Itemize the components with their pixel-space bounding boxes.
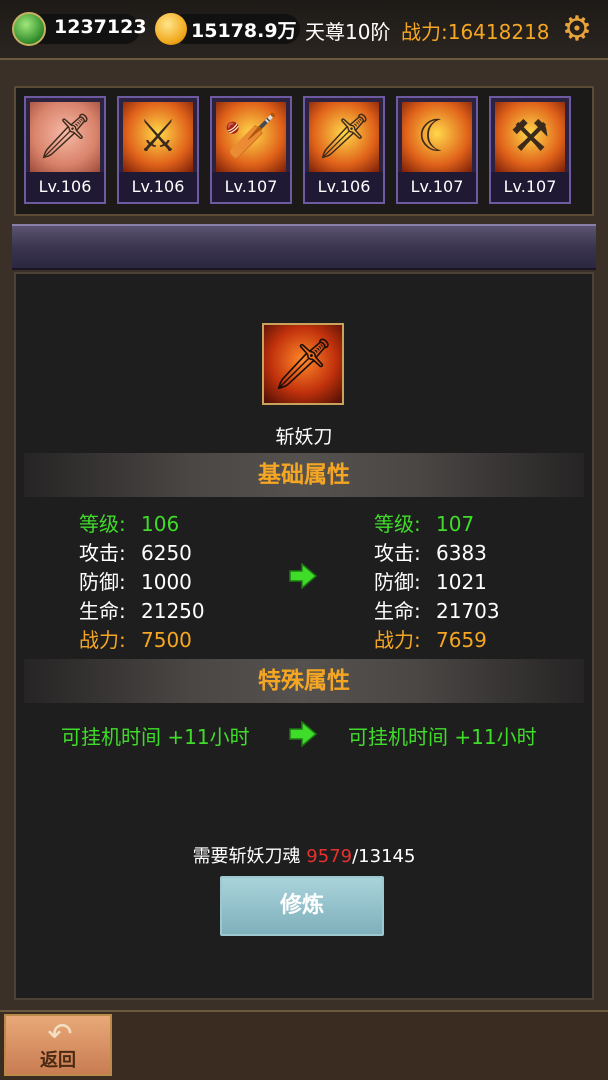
weapon-image: ⚔: [123, 102, 193, 172]
weapon-card[interactable]: ⚒ Lv.107: [489, 96, 571, 204]
train-button[interactable]: 修炼: [220, 876, 384, 936]
current-level: 等级: 106: [79, 512, 180, 536]
weapon-card[interactable]: 🗡 Lv.106: [303, 96, 385, 204]
blade-icon: 🗡: [37, 111, 93, 162]
upgrade-arrow-icon: [289, 721, 318, 747]
gold-coin-icon: [155, 13, 187, 45]
club-icon: 🏏: [223, 111, 279, 162]
current-power: 战力: 7500: [79, 628, 192, 652]
weapon-image: ⚒: [495, 102, 565, 172]
special-attributes-title: 特殊属性: [258, 668, 350, 694]
special-current: 可挂机时间 +11小时: [61, 725, 250, 749]
next-hp: 生命: 21703: [374, 599, 500, 623]
next-defense: 防御: 1021: [374, 570, 487, 594]
weapon-name: 斩妖刀: [275, 426, 333, 448]
weapon-card[interactable]: ☾ Lv.107: [396, 96, 478, 204]
weapon-card[interactable]: ⚔ Lv.106: [117, 96, 199, 204]
selected-weapon-icon: 🗡: [262, 323, 344, 405]
gold-amount: 15178.9万: [191, 20, 297, 42]
jade-amount: 1237123: [54, 16, 147, 38]
top-bar: 1237123 15178.9万 天尊10阶 战力:16418218 ⚙: [0, 0, 608, 58]
requirement-total: /13145: [352, 846, 416, 867]
weapon-card[interactable]: 🏏 Lv.107: [210, 96, 292, 204]
next-power: 战力: 7659: [374, 628, 487, 652]
back-button[interactable]: ↶ 返回: [4, 1014, 112, 1076]
back-button-label: 返回: [40, 1050, 76, 1071]
requirement-current: 9579: [306, 846, 353, 867]
weapon-level: Lv.107: [212, 172, 290, 202]
halberd-icon: ⚔: [138, 111, 178, 162]
rank-label: 天尊10阶: [305, 20, 391, 44]
weapon-level: Lv.107: [491, 172, 569, 202]
weapon-image: 🏏: [216, 102, 286, 172]
weapon-card[interactable]: 🗡 Lv.106: [24, 96, 106, 204]
current-hp: 生命: 21250: [79, 599, 205, 623]
weapon-level: Lv.106: [26, 172, 104, 202]
weapon-level: Lv.107: [398, 172, 476, 202]
sabre-icon: ☾: [417, 111, 457, 162]
sword-icon: 🗡: [316, 111, 372, 162]
requirement-text: 需要斩妖刀魂 9579/13145: [192, 846, 416, 867]
weapon-level: Lv.106: [305, 172, 383, 202]
next-level: 等级: 107: [374, 512, 475, 536]
upgrade-arrow-icon: [289, 563, 318, 589]
current-attack: 攻击: 6250: [79, 541, 192, 565]
gear-icon[interactable]: ⚙: [558, 10, 596, 48]
axe-icon: ⚒: [510, 111, 550, 162]
next-attack: 攻击: 6383: [374, 541, 487, 565]
special-attributes-header: 特殊属性: [24, 659, 584, 703]
special-next: 可挂机时间 +11小时: [348, 725, 537, 749]
jade-icon: [12, 12, 46, 46]
basic-attributes-title: 基础属性: [258, 462, 350, 488]
train-button-label: 修炼: [279, 893, 324, 918]
weapon-level: Lv.106: [119, 172, 197, 202]
weapon-image: 🗡: [309, 102, 379, 172]
total-power: 战力:16418218: [401, 20, 550, 44]
blade-icon: 🗡: [271, 335, 335, 393]
weapon-image: ☾: [402, 102, 472, 172]
basic-attributes-header: 基础属性: [24, 453, 584, 497]
current-defense: 防御: 1000: [79, 570, 192, 594]
ornate-divider: [12, 224, 596, 270]
weapon-image: 🗡: [30, 102, 100, 172]
